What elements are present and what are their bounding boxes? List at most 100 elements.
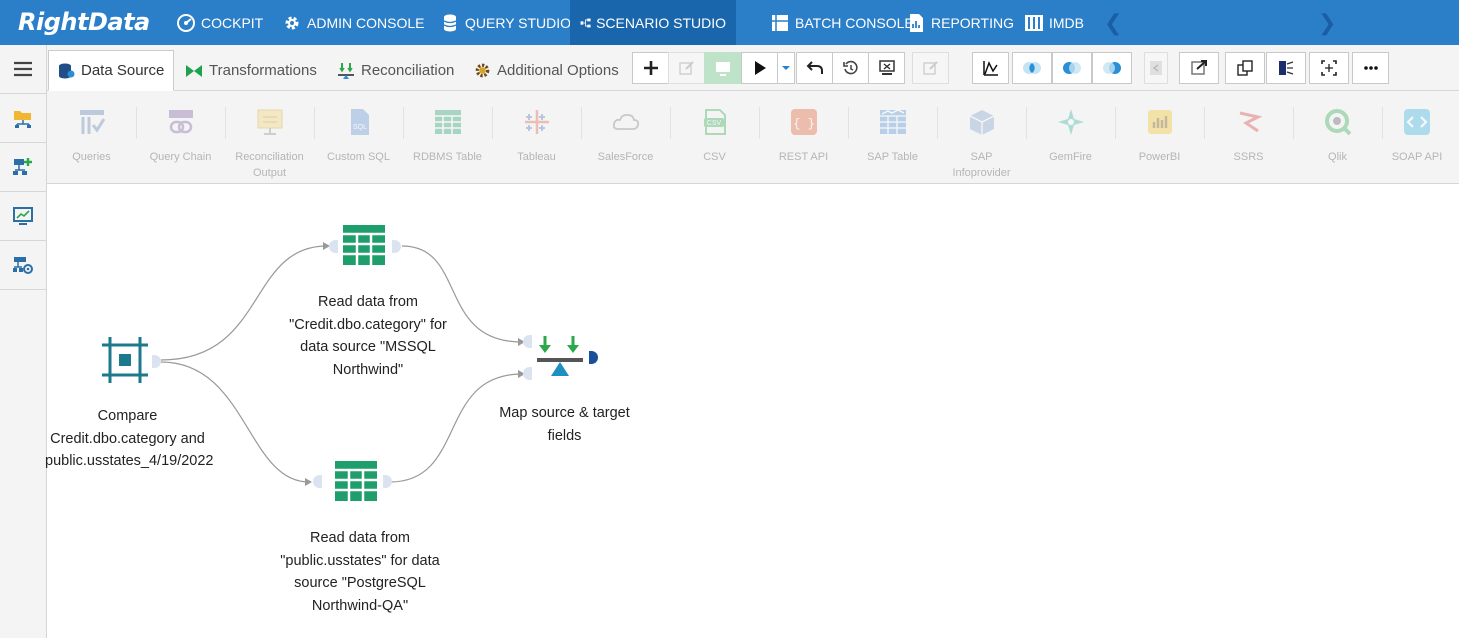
ds-label: Queries (72, 151, 111, 163)
ds-sap-table[interactable]: SAP Table (848, 91, 937, 184)
ds-ssrs[interactable]: SSRS (1204, 91, 1293, 184)
cockpit-icon (177, 13, 195, 32)
copy-button[interactable] (1225, 52, 1265, 84)
clear-canvas-button[interactable] (868, 52, 905, 84)
more-options-button[interactable] (1352, 52, 1389, 84)
tab-data-source[interactable]: Data Source (48, 50, 174, 91)
chart-view-button[interactable] (972, 52, 1009, 84)
ds-label: Qlik (1328, 151, 1347, 163)
tab-transformations[interactable]: Transformations (177, 50, 325, 91)
inner-join-icon (1023, 62, 1041, 74)
top-navigation: RightData COCKPIT ADMIN CONSOLE QUERY ST… (0, 0, 1459, 45)
ds-label: SOAP API (1391, 151, 1443, 163)
qlik-icon (1324, 109, 1351, 136)
bowtie-icon (186, 64, 202, 77)
table-icon (434, 110, 461, 134)
hamburger-menu-button[interactable] (0, 45, 46, 94)
edit-button[interactable] (668, 52, 705, 84)
tableau-icon (524, 110, 549, 134)
run-options-dropdown[interactable] (777, 52, 795, 84)
monitor-chart-icon (13, 207, 33, 225)
open-scenario-button[interactable] (0, 94, 46, 143)
soap-api-icon (1404, 109, 1430, 135)
add-node-icon (13, 158, 32, 175)
edit-icon (678, 61, 694, 75)
history-button[interactable] (832, 52, 869, 84)
nav-admin-console[interactable]: ADMIN CONSOLE (272, 0, 434, 45)
map-node-label: Map source & target fields (499, 405, 630, 444)
ds-query-chain[interactable]: Query Chain (136, 91, 225, 184)
run-button[interactable] (741, 52, 778, 84)
nav-label: REPORTING (931, 14, 1014, 31)
ds-queries[interactable]: Queries (47, 91, 136, 184)
ds-label: Reconciliation Output (235, 151, 304, 179)
compare-node-icon[interactable] (102, 337, 148, 388)
preview-button[interactable] (704, 52, 741, 84)
ds-rdbms-table[interactable]: RDBMS Table (403, 91, 492, 184)
ds-powerbi[interactable]: PowerBI (1115, 91, 1204, 184)
ds-reconciliation-output[interactable]: Reconciliation Output (225, 91, 314, 184)
read-pg-node-label: Read data from "public.usstates" for dat… (280, 530, 440, 614)
nav-query-studio[interactable]: QUERY STUDIO (430, 0, 581, 45)
collapse-button[interactable] (1144, 52, 1168, 84)
ds-sap-infoprovider[interactable]: SAP Infoprovider (937, 91, 1026, 184)
nav-scroll-left-icon[interactable]: ❮ (1104, 10, 1122, 36)
ds-qlik[interactable]: Qlik (1293, 91, 1382, 184)
map-input-port-2[interactable] (523, 367, 532, 380)
read-mssql-input-port[interactable] (329, 240, 338, 253)
svg-text:CSV: CSV (706, 120, 721, 127)
ds-custom-sql[interactable]: SQL Custom SQL (314, 91, 403, 184)
ds-rest-api[interactable]: { } REST API (759, 91, 848, 184)
read-pg-table-icon[interactable] (334, 460, 378, 507)
nav-cockpit[interactable]: COCKPIT (166, 0, 273, 45)
right-join-button[interactable] (1092, 52, 1132, 84)
recon-output-icon (257, 109, 282, 135)
imdb-icon (1025, 14, 1043, 31)
map-input-port-1[interactable] (523, 335, 532, 348)
tab-reconciliation[interactable]: Reconciliation (329, 50, 462, 91)
scenario-settings-button[interactable] (0, 241, 46, 290)
ds-tableau[interactable]: Tableau (492, 91, 581, 184)
ds-gemfire[interactable]: GemFire (1026, 91, 1115, 184)
nav-imdb[interactable]: IMDB (1014, 0, 1094, 45)
ds-soap-api[interactable]: SOAP API (1377, 91, 1457, 184)
data-source-ribbon: Queries Query Chain Reconciliation Outpu… (47, 91, 1459, 184)
gear-icon (285, 16, 299, 29)
inner-join-button[interactable] (1012, 52, 1052, 84)
ds-salesforce[interactable]: SalesForce (581, 91, 670, 184)
nav-label: SCENARIO STUDIO (596, 14, 726, 31)
align-left-icon (1279, 61, 1294, 75)
nav-scenario-studio[interactable]: SCENARIO STUDIO (570, 0, 736, 45)
ds-label: Tableau (517, 151, 556, 163)
ds-label: SAP Infoprovider (952, 151, 1011, 179)
nav-scroll-right-icon[interactable]: ❯ (1318, 10, 1336, 36)
rest-api-icon: { } (790, 109, 817, 135)
new-scenario-button[interactable] (0, 143, 46, 192)
left-join-icon (1063, 62, 1081, 74)
undo-button[interactable] (796, 52, 833, 84)
cloud-icon (612, 113, 639, 130)
left-join-button[interactable] (1052, 52, 1092, 84)
play-icon (754, 61, 766, 75)
align-left-button[interactable] (1266, 52, 1306, 84)
dashboard-button[interactable] (0, 192, 46, 241)
connector-lines (160, 242, 525, 486)
map-fields-icon[interactable] (537, 336, 585, 383)
undo-icon (806, 61, 823, 74)
edit-properties-button[interactable] (912, 52, 949, 84)
read-pg-input-port[interactable] (313, 475, 322, 488)
app-logo[interactable]: RightData (18, 8, 150, 38)
read-mssql-table-icon[interactable] (342, 224, 386, 271)
add-button[interactable] (632, 52, 669, 84)
tab-additional-options[interactable]: Additional Options (466, 50, 627, 91)
fit-view-button[interactable] (1309, 52, 1349, 84)
scenario-canvas[interactable]: Compare Credit.dbo.category and public.u… (45, 184, 1459, 638)
ds-csv[interactable]: CSV CSV (670, 91, 759, 184)
read-mssql-node-label: Read data from "Credit.dbo.category" for… (289, 294, 447, 378)
nav-reporting[interactable]: REPORTING (896, 0, 1024, 45)
open-external-button[interactable] (1179, 52, 1219, 84)
external-link-icon (1191, 60, 1207, 75)
svg-text:SQL: SQL (352, 124, 366, 131)
tab-label: Reconciliation (361, 62, 455, 79)
nav-label: COCKPIT (201, 14, 264, 31)
